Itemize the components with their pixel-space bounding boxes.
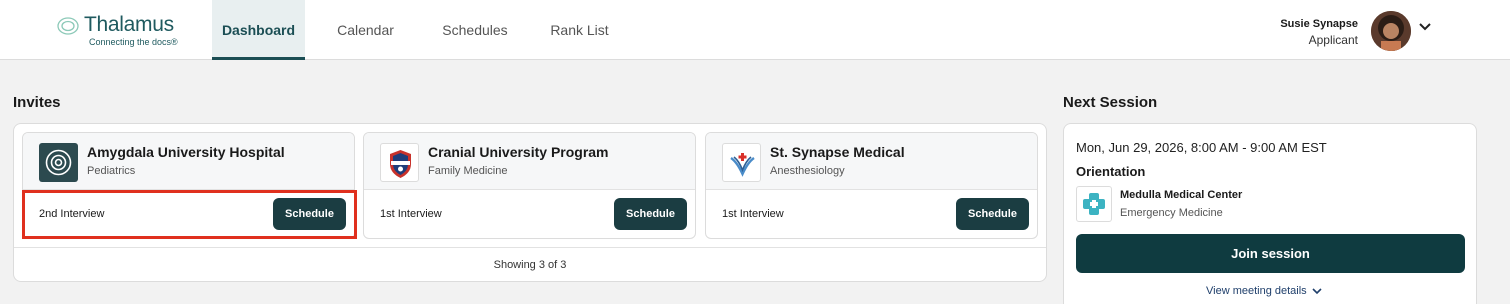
brain-logo-icon [39, 143, 78, 182]
invite-specialty: Family Medicine [428, 165, 508, 177]
invite-specialty: Anesthesiology [770, 165, 845, 177]
invite-card-header: Amygdala University Hospital Pediatrics [23, 133, 354, 190]
tab-dashboard[interactable]: Dashboard [212, 0, 305, 60]
crest-logo-icon [380, 143, 419, 182]
invite-card: St. Synapse Medical Anesthesiology 1st I… [705, 132, 1038, 239]
avatar[interactable] [1371, 11, 1411, 51]
invite-card: Amygdala University Hospital Pediatrics … [22, 132, 355, 239]
invite-card: Cranial University Program Family Medici… [363, 132, 696, 239]
session-dept: Emergency Medicine [1120, 207, 1223, 219]
session-type: Orientation [1076, 164, 1146, 179]
logo-mark-icon [57, 17, 79, 35]
tab-schedules[interactable]: Schedules [426, 0, 524, 60]
schedule-button[interactable]: Schedule [614, 198, 687, 230]
tab-rank-list[interactable]: Rank List [524, 0, 635, 60]
details-label: View meeting details [1206, 285, 1307, 297]
invite-card-header: Cranial University Program Family Medici… [364, 133, 695, 190]
thalamus-logo[interactable]: Thalamus Connecting the docs® [56, 13, 186, 49]
avatar-photo-icon [1371, 11, 1411, 51]
schedule-button[interactable]: Schedule [273, 198, 346, 230]
brand-tagline: Connecting the docs® [89, 37, 178, 47]
medical-cross-icon [1076, 186, 1112, 222]
invite-round: 1st Interview [722, 208, 784, 220]
main-nav: Dashboard Calendar Schedules Rank List [212, 0, 635, 60]
top-header: Thalamus Connecting the docs® Dashboard … [0, 0, 1510, 60]
chevron-down-icon[interactable] [1418, 20, 1432, 34]
user-role: Applicant [1308, 33, 1358, 47]
next-session-panel: Mon, Jun 29, 2026, 8:00 AM - 9:00 AM EST… [1063, 123, 1477, 304]
view-meeting-details-link[interactable]: View meeting details [1206, 285, 1323, 297]
session-datetime: Mon, Jun 29, 2026, 8:00 AM - 9:00 AM EST [1076, 140, 1327, 155]
invite-program-name: Amygdala University Hospital [87, 144, 285, 160]
schedule-button[interactable]: Schedule [956, 198, 1029, 230]
join-session-button[interactable]: Join session [1076, 234, 1465, 273]
tab-calendar[interactable]: Calendar [305, 0, 426, 60]
chevron-down-icon [1312, 288, 1322, 295]
invite-round: 2nd Interview [39, 208, 105, 220]
invite-program-name: Cranial University Program [428, 144, 609, 160]
invite-card-header: St. Synapse Medical Anesthesiology [706, 133, 1037, 190]
caduceus-logo-icon [722, 143, 761, 182]
invites-panel: Amygdala University Hospital Pediatrics … [13, 123, 1047, 282]
invite-program-name: St. Synapse Medical [770, 144, 905, 160]
session-org: Medulla Medical Center [1120, 189, 1243, 201]
invites-title: Invites [13, 94, 61, 111]
user-name: Susie Synapse [1280, 18, 1358, 30]
brand-name: Thalamus [84, 13, 174, 36]
invite-specialty: Pediatrics [87, 165, 136, 177]
invites-count: Showing 3 of 3 [14, 247, 1046, 283]
invite-round: 1st Interview [380, 208, 442, 220]
next-session-title: Next Session [1063, 94, 1158, 111]
